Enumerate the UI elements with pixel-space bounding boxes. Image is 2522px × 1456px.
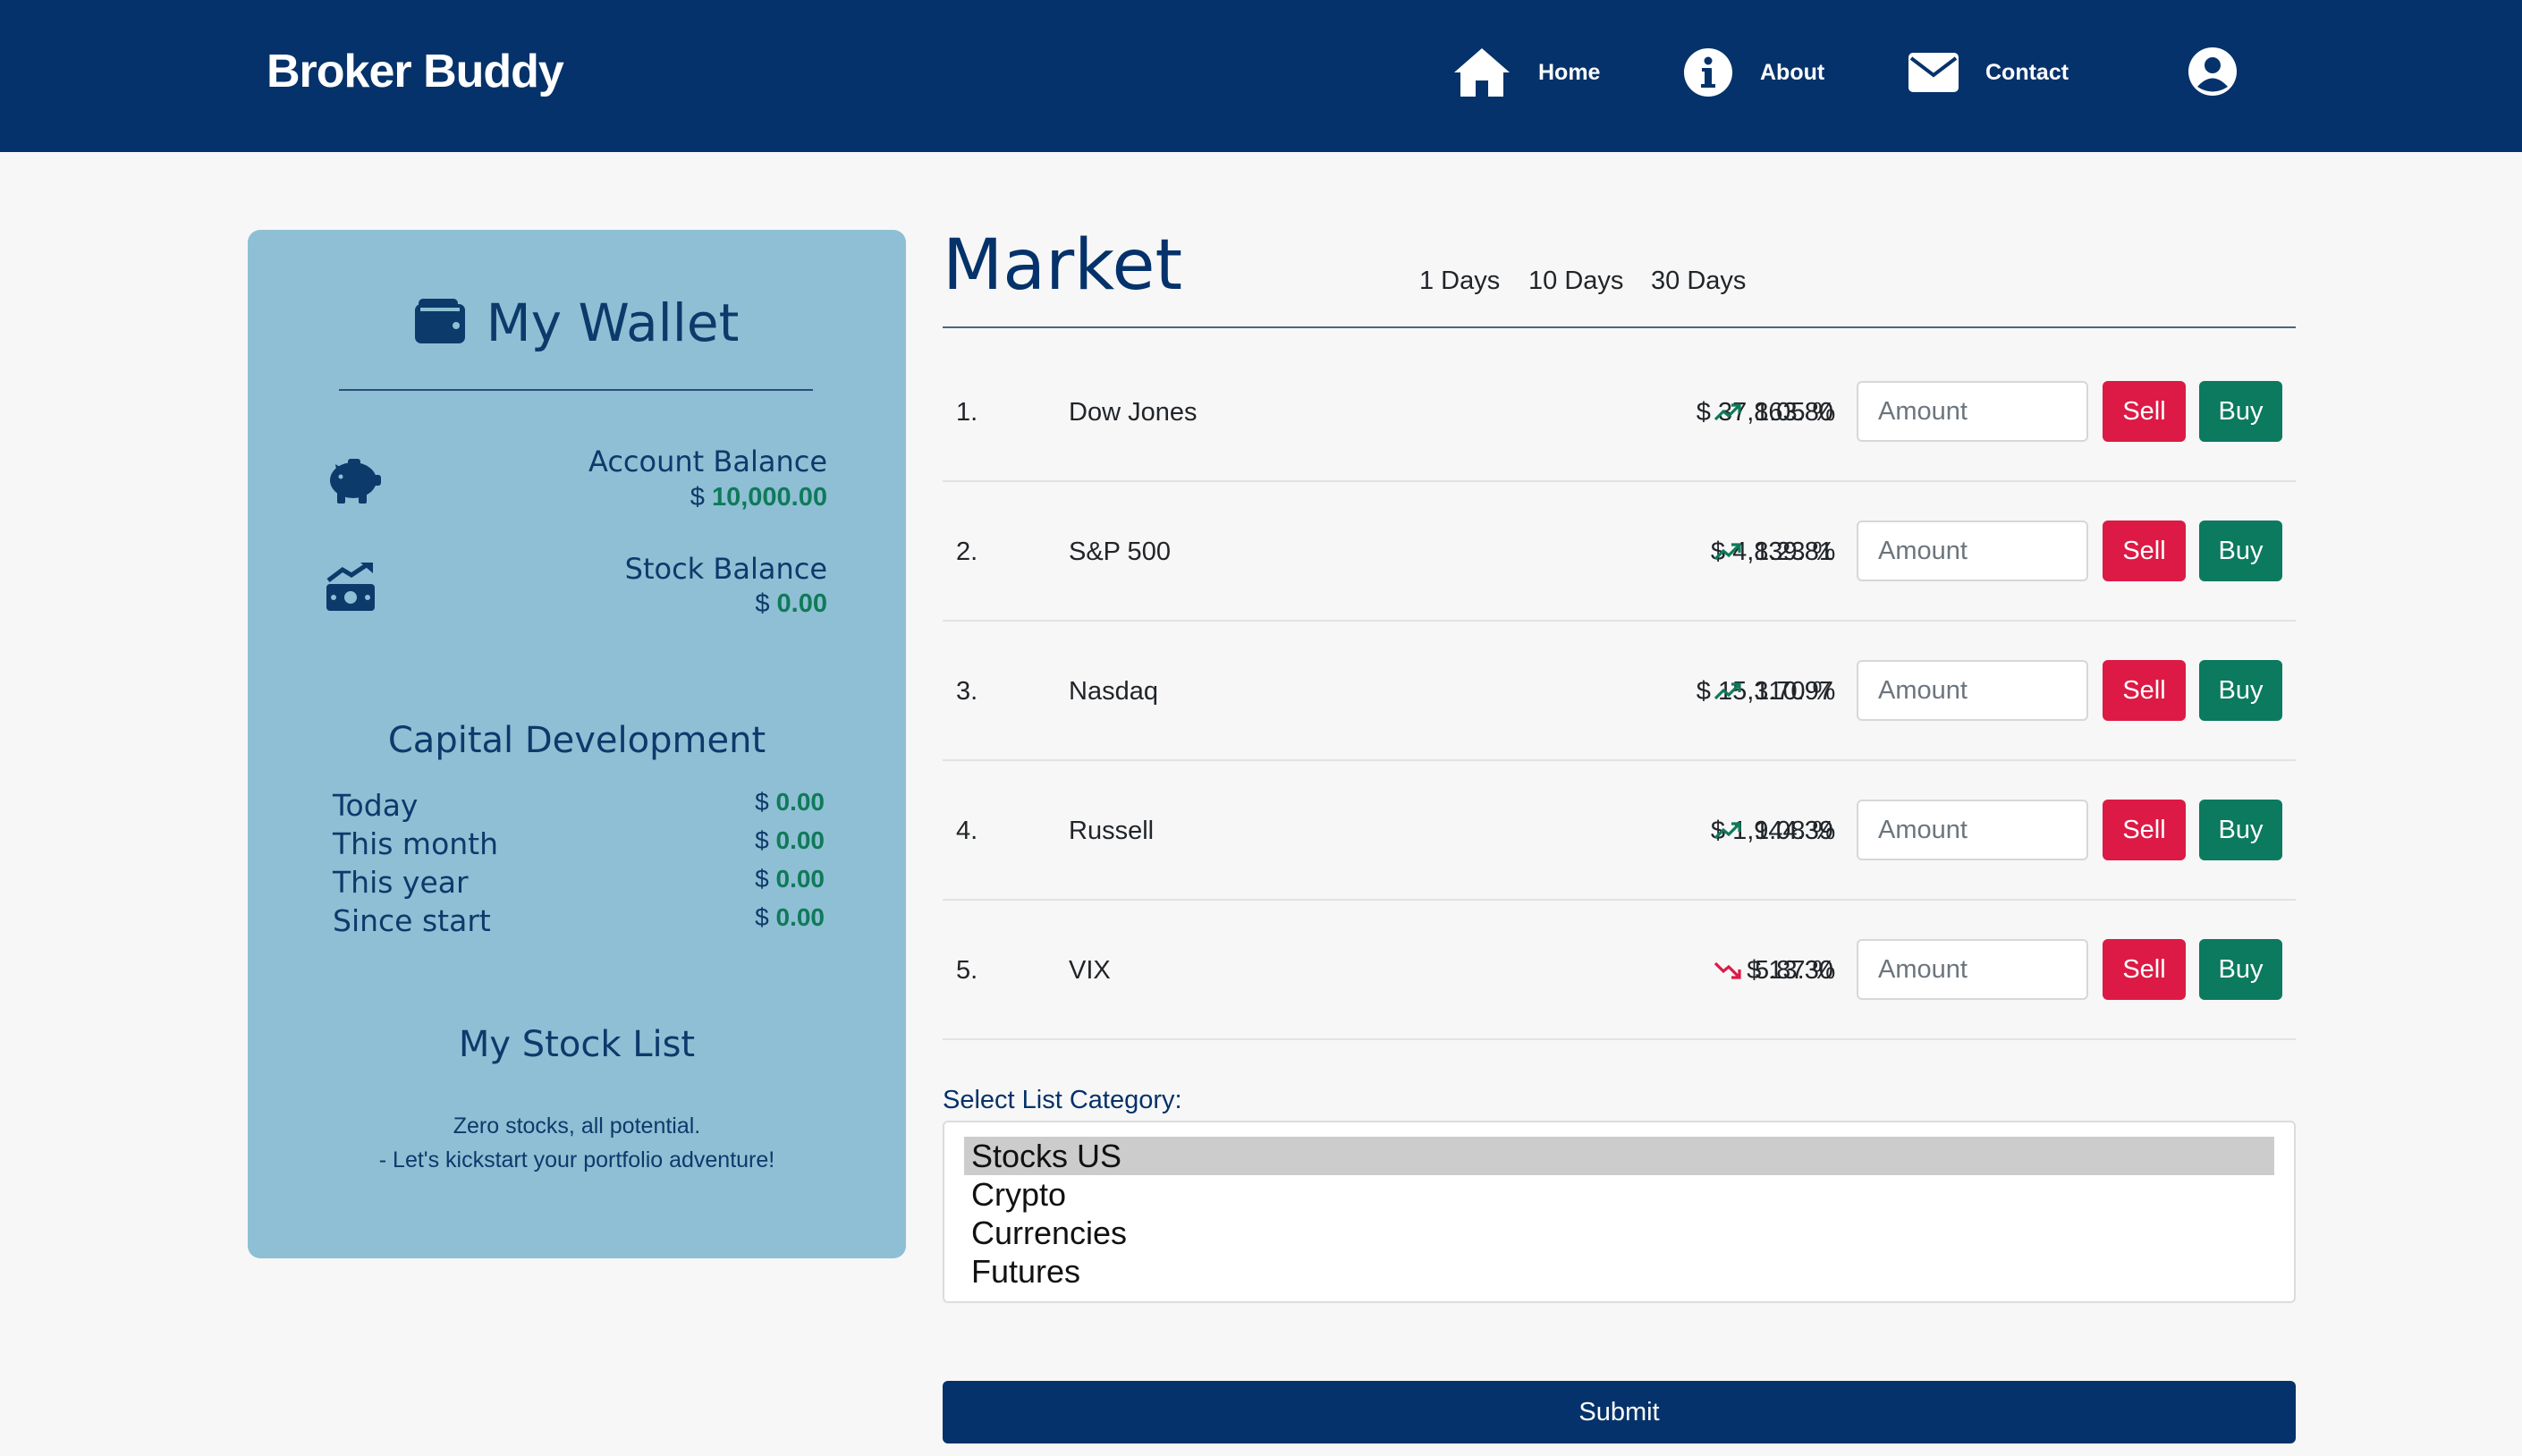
market-row-nasdaq: 3. Nasdaq $ 15,310.97 1.70 % Sell Buy — [943, 622, 2296, 761]
info-icon — [1683, 47, 1733, 97]
category-listbox[interactable]: Stocks US Crypto Currencies Futures — [943, 1121, 2296, 1303]
buy-button[interactable]: Buy — [2199, 800, 2282, 860]
buy-button[interactable]: Buy — [2199, 939, 2282, 1000]
market-row-dow-jones: 1. Dow Jones $ 37,863.80 1.05 % Sell Buy — [943, 343, 2296, 482]
category-option-futures[interactable]: Futures — [964, 1252, 2274, 1291]
sell-button[interactable]: Sell — [2103, 800, 2186, 860]
wallet-header: My Wallet — [248, 292, 906, 353]
wallet-title: My Wallet — [486, 292, 740, 353]
index-name: Russell — [1069, 817, 1155, 845]
trending-up-icon — [1714, 681, 1742, 707]
home-icon — [1452, 47, 1511, 98]
row-index: 3. — [956, 677, 978, 706]
amount-input[interactable] — [1857, 660, 2088, 721]
market-title: Market — [943, 225, 1183, 306]
index-name: Dow Jones — [1069, 398, 1198, 427]
range-tab-1-days[interactable]: 1 Days — [1419, 267, 1500, 296]
wallet-panel: My Wallet Account Balance $ 10,000.00 St… — [248, 230, 906, 1258]
buy-button[interactable]: Buy — [2199, 660, 2282, 721]
row-index: 5. — [956, 956, 978, 985]
piggy-bank-icon — [325, 453, 382, 508]
range-tab-10-days[interactable]: 10 Days — [1528, 267, 1623, 296]
capital-development-title: Capital Development — [387, 720, 766, 761]
nav-about[interactable]: About — [1683, 43, 1824, 102]
range-tab-30-days[interactable]: 30 Days — [1651, 267, 1746, 296]
submit-button[interactable]: Submit — [943, 1381, 2296, 1443]
trending-up-icon — [1714, 541, 1742, 567]
index-name: Nasdaq — [1069, 677, 1158, 706]
brand-logo[interactable]: Broker Buddy — [267, 45, 564, 98]
market-row-sp-500: 2. S&P 500 $ 4,839.81 1.23 % Sell Buy — [943, 482, 2296, 622]
top-navbar: Broker Buddy Home About Contact — [0, 0, 2522, 152]
market-row-russell: 4. Russell $ 1,944.39 1.08 % Sell Buy — [943, 761, 2296, 901]
category-option-stocks-us[interactable]: Stocks US — [964, 1137, 2274, 1175]
account-balance-value: $ 10,000.00 — [690, 483, 827, 512]
stock-list-empty-message: - Let's kickstart your portfolio adventu… — [378, 1147, 775, 1172]
market-row-vix: 5. VIX $ 13.30 5.87 % Sell Buy — [943, 901, 2296, 1040]
amount-input[interactable] — [1857, 939, 2088, 1000]
change-percent: 1.23 % — [1755, 538, 1836, 566]
sell-button[interactable]: Sell — [2103, 660, 2186, 721]
amount-input[interactable] — [1857, 381, 2088, 442]
sell-button[interactable]: Sell — [2103, 939, 2186, 1000]
nav-contact-label: Contact — [1985, 59, 2069, 85]
change-percent: 1.05 % — [1755, 398, 1836, 427]
index-name: VIX — [1069, 956, 1111, 985]
sell-button[interactable]: Sell — [2103, 381, 2186, 442]
sell-button[interactable]: Sell — [2103, 521, 2186, 581]
account-balance-label: Account Balance — [588, 444, 827, 478]
trending-up-icon — [1714, 820, 1742, 846]
envelope-icon — [1908, 53, 1959, 92]
capital-row: This year $ 0.00 — [333, 865, 825, 900]
user-profile-button[interactable] — [2188, 47, 2238, 97]
buy-button[interactable]: Buy — [2199, 381, 2282, 442]
wallet-icon — [414, 298, 465, 348]
nav-home[interactable]: Home — [1452, 43, 1600, 102]
wallet-divider — [339, 389, 813, 391]
row-index: 2. — [956, 538, 978, 566]
change-percent: 1.08 % — [1755, 817, 1836, 845]
nav-home-label: Home — [1538, 59, 1601, 85]
user-circle-icon — [2188, 47, 2238, 100]
stock-balance-value: $ 0.00 — [755, 589, 827, 618]
select-category-label: Select List Category: — [943, 1086, 1182, 1114]
nav-about-label: About — [1760, 59, 1825, 85]
row-index: 1. — [956, 398, 978, 427]
capital-row: Today $ 0.00 — [333, 788, 825, 823]
category-option-crypto[interactable]: Crypto — [964, 1175, 2274, 1214]
stock-list-empty-message: Zero stocks, all potential. — [453, 1113, 701, 1139]
my-stock-list-title: My Stock List — [458, 1024, 696, 1065]
capital-row: This month $ 0.00 — [333, 826, 825, 861]
row-index: 4. — [956, 817, 978, 845]
amount-input[interactable] — [1857, 521, 2088, 581]
market-divider — [943, 326, 2296, 328]
buy-button[interactable]: Buy — [2199, 521, 2282, 581]
category-option-currencies[interactable]: Currencies — [964, 1214, 2274, 1252]
amount-input[interactable] — [1857, 800, 2088, 860]
money-growth-icon — [325, 561, 377, 615]
change-percent: 1.70 % — [1755, 677, 1836, 706]
nav-contact[interactable]: Contact — [1908, 43, 2069, 102]
trending-up-icon — [1714, 402, 1742, 427]
stock-balance-label: Stock Balance — [624, 552, 827, 586]
index-name: S&P 500 — [1069, 538, 1171, 566]
capital-row: Since start $ 0.00 — [333, 903, 825, 938]
change-percent: 5.87 % — [1755, 956, 1836, 985]
trending-down-icon — [1714, 960, 1742, 986]
